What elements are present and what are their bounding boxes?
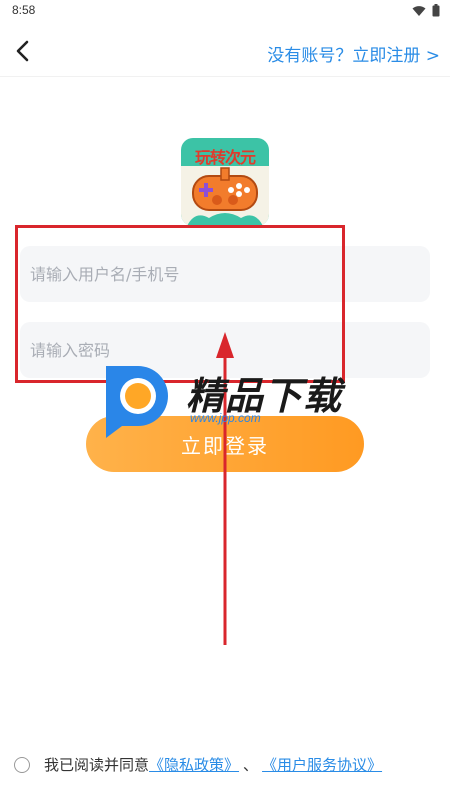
- register-link[interactable]: 没有账号？立即注册 >: [267, 41, 440, 66]
- agreement-separator: 、: [243, 756, 259, 774]
- status-bar: 8:58: [0, 0, 450, 22]
- app-logo: 玩转次元: [181, 138, 269, 226]
- agree-radio[interactable]: [14, 756, 30, 773]
- annotation-highlight-box: [15, 225, 345, 383]
- status-time: 8:58: [12, 3, 36, 17]
- wifi-icon: [412, 5, 426, 16]
- header: 没有账号？立即注册 >: [0, 28, 450, 77]
- annotation-arrow-icon: [216, 332, 234, 645]
- gamepad-icon: [181, 166, 269, 226]
- status-icons: [412, 4, 440, 17]
- privacy-policy-link[interactable]: 《隐私政策》: [149, 754, 239, 775]
- battery-icon: [432, 4, 440, 17]
- back-arrow-icon: [16, 40, 29, 62]
- agreement-prefix: 我已阅读并同意: [44, 756, 150, 774]
- back-button[interactable]: [8, 34, 42, 68]
- agreement-row: 我已阅读并同意 《隐私政策》 、 《用户服务协议》: [14, 754, 382, 775]
- service-agreement-link[interactable]: 《用户服务协议》: [262, 754, 382, 775]
